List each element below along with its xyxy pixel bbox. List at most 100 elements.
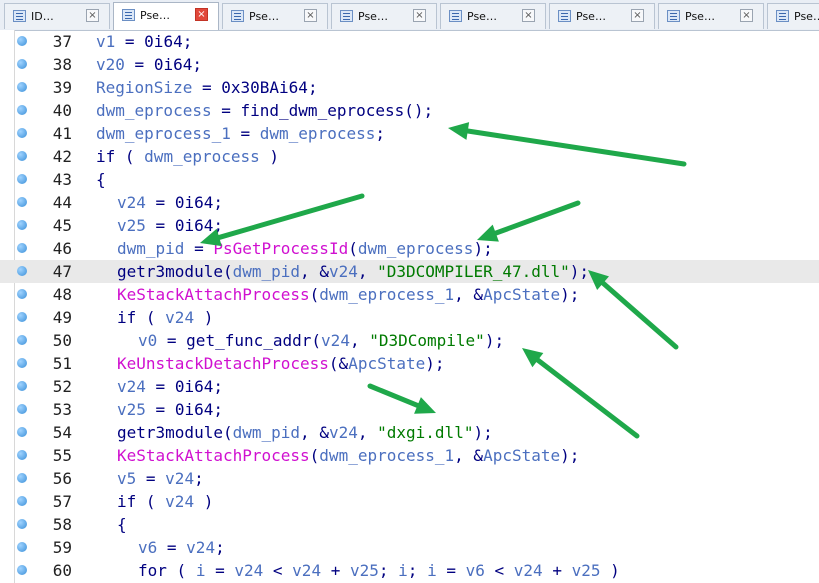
breakpoint-dot-icon[interactable] [17, 174, 27, 184]
code-token-op: ( [309, 446, 320, 465]
breakpoint-dot-icon[interactable] [17, 404, 27, 414]
code-line[interactable]: 44 v24 = 0i64; [0, 191, 819, 214]
breakpoint-dot-icon[interactable] [17, 128, 27, 138]
code-text[interactable]: v1 = 0i64; [96, 30, 192, 53]
breakpoint-dot-icon[interactable] [17, 450, 27, 460]
breakpoint-dot-icon[interactable] [17, 59, 27, 69]
breakpoint-dot-icon[interactable] [17, 496, 27, 506]
breakpoint-dot-icon[interactable] [17, 105, 27, 115]
line-number: 51 [52, 354, 72, 373]
code-token-var: v20 [96, 55, 125, 74]
breakpoint-dot-icon[interactable] [17, 197, 27, 207]
tab-3[interactable]: Pse… × [222, 3, 328, 29]
code-text[interactable]: v25 = 0i64; [117, 214, 223, 237]
close-icon[interactable]: × [304, 9, 317, 22]
code-text[interactable]: KeStackAttachProcess(dwm_eprocess_1, &Ap… [117, 283, 579, 306]
breakpoint-dot-icon[interactable] [17, 519, 27, 529]
tab-2[interactable]: Pse… × [113, 2, 219, 30]
breakpoint-dot-icon[interactable] [17, 335, 27, 345]
close-icon[interactable]: × [86, 9, 99, 22]
tab-8[interactable]: Pse…× [767, 3, 819, 29]
breakpoint-dot-icon[interactable] [17, 565, 27, 575]
code-token-op: + [542, 561, 572, 580]
code-text[interactable]: v24 = 0i64; [117, 191, 223, 214]
code-line[interactable]: 41 dwm_eprocess_1 = dwm_eprocess; [0, 122, 819, 145]
code-line[interactable]: 50 v0 = get_func_addr(v24, "D3DCompile"); [0, 329, 819, 352]
code-text[interactable]: dwm_eprocess = find_dwm_eprocess(); [96, 99, 433, 122]
breakpoint-dot-icon[interactable] [17, 473, 27, 483]
breakpoint-dot-icon[interactable] [17, 266, 27, 276]
code-text[interactable]: KeStackAttachProcess(dwm_eprocess_1, &Ap… [117, 444, 579, 467]
code-line[interactable]: 55 KeStackAttachProcess(dwm_eprocess_1, &… [0, 444, 819, 467]
code-line[interactable]: 37 v1 = 0i64; [0, 30, 819, 53]
code-line[interactable]: 56 v5 = v24; [0, 467, 819, 490]
breakpoint-dot-icon[interactable] [17, 542, 27, 552]
close-icon[interactable]: × [413, 9, 426, 22]
tab-4[interactable]: Pse… × [331, 3, 437, 29]
code-line[interactable]: 54 getr3module(dwm_pid, &v24, "dxgi.dll")… [0, 421, 819, 444]
code-text[interactable]: for ( i = v24 < v24 + v25; i; i = v6 < v… [138, 559, 620, 582]
tab-7[interactable]: Pse… × [658, 3, 764, 29]
code-token-var: dwm_eprocess [96, 101, 212, 120]
code-text[interactable]: getr3module(dwm_pid, &v24, "D3DCOMPILER_… [117, 260, 589, 283]
code-text[interactable]: KeUnstackDetachProcess(&ApcState); [117, 352, 445, 375]
code-token-num: 0i64 [153, 55, 193, 74]
code-text[interactable]: v5 = v24; [117, 467, 204, 490]
code-line[interactable]: 42 if ( dwm_eprocess ) [0, 145, 819, 168]
breakpoint-dot-icon[interactable] [17, 381, 27, 391]
tab-5[interactable]: Pse… × [440, 3, 546, 29]
code-line[interactable]: 47 getr3module(dwm_pid, &v24, "D3DCOMPILE… [0, 260, 819, 283]
tab-bar: ID… × Pse… × Pse… × Pse… × Pse… × Pse… × Pse… × Pse… × [0, 0, 819, 31]
code-line[interactable]: 46 dwm_pid = PsGetProcessId(dwm_eprocess)… [0, 237, 819, 260]
code-text[interactable]: RegionSize = 0x30BAi64; [96, 76, 318, 99]
close-icon[interactable]: × [631, 9, 644, 22]
code-text[interactable]: v20 = 0i64; [96, 53, 202, 76]
breakpoint-dot-icon[interactable] [17, 427, 27, 437]
code-text[interactable]: if ( v24 ) [117, 490, 213, 513]
breakpoint-dot-icon[interactable] [17, 289, 27, 299]
code-text[interactable]: v25 = 0i64; [117, 398, 223, 421]
line-number: 41 [52, 124, 72, 143]
code-line[interactable]: 45 v25 = 0i64; [0, 214, 819, 237]
code-line[interactable]: 59 v6 = v24; [0, 536, 819, 559]
code-text[interactable]: if ( v24 ) [117, 306, 213, 329]
code-text[interactable]: { [117, 513, 127, 536]
code-line[interactable]: 51 KeUnstackDetachProcess(&ApcState); [0, 352, 819, 375]
close-icon[interactable]: × [195, 8, 208, 21]
code-line[interactable]: 48 KeStackAttachProcess(dwm_eprocess_1, &… [0, 283, 819, 306]
code-token-op: = [157, 331, 187, 350]
breakpoint-dot-icon[interactable] [17, 82, 27, 92]
code-text[interactable]: getr3module(dwm_pid, &v24, "dxgi.dll"); [117, 421, 493, 444]
code-line[interactable]: 57 if ( v24 ) [0, 490, 819, 513]
close-icon[interactable]: × [740, 9, 753, 22]
close-icon[interactable]: × [522, 9, 535, 22]
code-token-op: = [124, 55, 154, 74]
code-line[interactable]: 53 v25 = 0i64; [0, 398, 819, 421]
code-line[interactable]: 58 { [0, 513, 819, 536]
code-text[interactable]: dwm_eprocess_1 = dwm_eprocess; [96, 122, 385, 145]
breakpoint-dot-icon[interactable] [17, 312, 27, 322]
code-token-op: = [205, 561, 235, 580]
tab-1[interactable]: ID… × [4, 3, 110, 29]
breakpoint-dot-icon[interactable] [17, 243, 27, 253]
breakpoint-dot-icon[interactable] [17, 220, 27, 230]
code-line[interactable]: 39 RegionSize = 0x30BAi64; [0, 76, 819, 99]
code-text[interactable]: v6 = v24; [138, 536, 225, 559]
tab-6[interactable]: Pse… × [549, 3, 655, 29]
code-line[interactable]: 49 if ( v24 ) [0, 306, 819, 329]
breakpoint-dot-icon[interactable] [17, 151, 27, 161]
code-line[interactable]: 43 { [0, 168, 819, 191]
code-line[interactable]: 38 v20 = 0i64; [0, 53, 819, 76]
breakpoint-dot-icon[interactable] [17, 358, 27, 368]
code-line[interactable]: 40 dwm_eprocess = find_dwm_eprocess(); [0, 99, 819, 122]
code-text[interactable]: { [96, 168, 106, 191]
code-text[interactable]: v24 = 0i64; [117, 375, 223, 398]
code-line[interactable]: 60 for ( i = v24 < v24 + v25; i; i = v6 <… [0, 559, 819, 582]
pseudocode-view-icon [340, 10, 353, 22]
code-text[interactable]: dwm_pid = PsGetProcessId(dwm_eprocess); [117, 237, 493, 260]
breakpoint-dot-icon[interactable] [17, 36, 27, 46]
code-text[interactable]: if ( dwm_eprocess ) [96, 145, 279, 168]
pseudocode-view[interactable]: 37 v1 = 0i64; 38 v20 = 0i64; 39 RegionSize = … [0, 30, 819, 583]
code-line[interactable]: 52 v24 = 0i64; [0, 375, 819, 398]
code-text[interactable]: v0 = get_func_addr(v24, "D3DCompile"); [138, 329, 504, 352]
